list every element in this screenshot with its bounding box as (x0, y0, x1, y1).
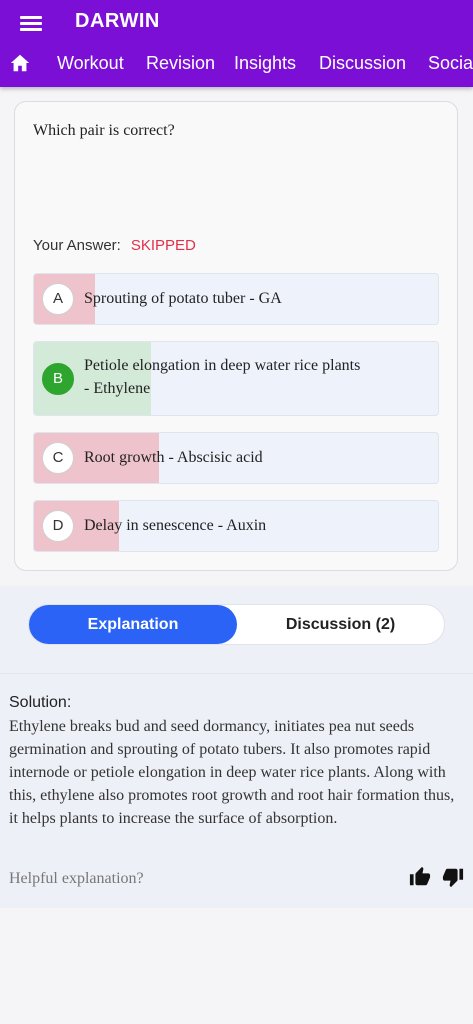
option-b-text: Petiole elongation in deep water rice pl… (84, 357, 361, 397)
explanation-toggle: Explanation Discussion (2) (28, 604, 445, 645)
app-bar: DARWIN Workout Revision Insights Discuss… (0, 0, 473, 87)
tab-insights[interactable]: Insights (234, 53, 296, 74)
your-answer-label: Your Answer: (33, 237, 121, 254)
tab-workout[interactable]: Workout (57, 53, 124, 74)
question-card: Which pair is correct? Your Answer: SKIPP… (14, 101, 458, 571)
your-answer-row: Your Answer: SKIPPED (33, 237, 196, 254)
solution-text: Ethylene breaks bud and seed dormancy, i… (9, 718, 455, 827)
option-a-text: Sprouting of potato tuber - GA (84, 290, 282, 307)
helpful-prompt: Helpful explanation? (9, 870, 144, 887)
option-d-key: D (42, 510, 74, 542)
explanation-section: Explanation Discussion (2) Solution: Eth… (0, 586, 473, 908)
thumbs-down-icon[interactable] (442, 866, 464, 888)
option-c[interactable]: C Root growth - Abscisic acid (33, 432, 439, 484)
option-b[interactable]: B Petiole elongation in deep water rice … (33, 341, 439, 416)
app-title: DARWIN (75, 10, 160, 32)
tab-discussion[interactable]: Discussion (319, 53, 406, 74)
solution-title: Solution: (9, 694, 72, 711)
option-d[interactable]: D Delay in senescence - Auxin (33, 500, 439, 552)
thumbs-up-icon[interactable] (409, 866, 431, 888)
option-a-key: A (42, 283, 74, 315)
option-c-text: Root growth - Abscisic acid (84, 449, 263, 466)
tab-explanation[interactable]: Explanation (29, 605, 237, 644)
divider (0, 673, 473, 674)
question-text: Which pair is correct? (33, 122, 175, 139)
home-icon[interactable] (9, 52, 31, 74)
option-a[interactable]: A Sprouting of potato tuber - GA (33, 273, 439, 325)
option-b-key: B (42, 363, 74, 395)
option-c-key: C (42, 442, 74, 474)
tab-revision[interactable]: Revision (146, 53, 215, 74)
menu-icon[interactable] (20, 13, 44, 33)
option-d-text: Delay in senescence - Auxin (84, 517, 267, 534)
tab-social[interactable]: Social (428, 53, 473, 74)
tab-discussion-count[interactable]: Discussion (2) (237, 605, 444, 644)
your-answer-value: SKIPPED (130, 237, 196, 254)
